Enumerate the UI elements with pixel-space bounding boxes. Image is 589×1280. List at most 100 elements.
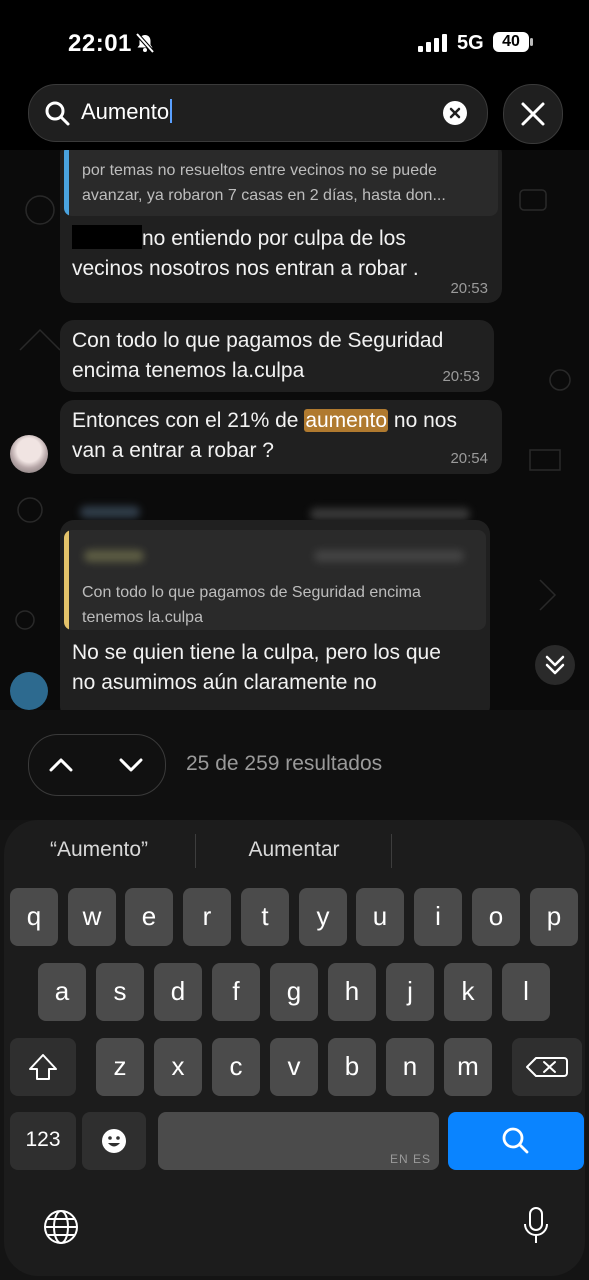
network-type: 5G: [457, 32, 484, 54]
key-m[interactable]: m: [444, 1038, 492, 1096]
battery-level: 40: [502, 33, 520, 50]
message-line: Con todo lo que pagamos de Seguridad: [72, 329, 444, 352]
avatar[interactable]: [10, 435, 48, 473]
chevron-up-icon[interactable]: [47, 751, 75, 779]
space-key[interactable]: EN ES: [158, 1112, 439, 1170]
blurred-sender-name: [80, 506, 140, 518]
key-o[interactable]: o: [472, 888, 520, 946]
key-y[interactable]: y: [299, 888, 347, 946]
result-navigation: [28, 734, 166, 796]
chat-area[interactable]: por temas no resueltos entre vecinos no …: [0, 150, 589, 710]
shift-icon: [29, 1054, 57, 1080]
close-search-button[interactable]: [503, 84, 563, 144]
globe-icon[interactable]: [42, 1208, 80, 1246]
quote-bar: [64, 530, 69, 630]
key-b[interactable]: b: [328, 1038, 376, 1096]
message-bubble[interactable]: por temas no resueltos entre vecinos no …: [60, 150, 502, 303]
signal-bars-icon: [418, 34, 447, 52]
key-c[interactable]: c: [212, 1038, 260, 1096]
shift-key[interactable]: [10, 1038, 76, 1096]
status-bar: 22:01 5G 40: [0, 0, 589, 80]
quote-line: tenemos la.culpa: [82, 609, 203, 626]
search-key[interactable]: [448, 1112, 584, 1170]
backspace-icon: [526, 1057, 568, 1077]
key-p[interactable]: p: [530, 888, 578, 946]
numbers-key[interactable]: 123: [10, 1112, 76, 1170]
key-g[interactable]: g: [270, 963, 318, 1021]
status-time: 22:01: [68, 30, 132, 57]
message-line: encima tenemos la.culpa: [72, 359, 305, 382]
key-i[interactable]: i: [414, 888, 462, 946]
quote-line: por temas no resueltos entre vecinos no …: [82, 162, 437, 179]
key-x[interactable]: x: [154, 1038, 202, 1096]
message-line: no entiendo por culpa de los: [142, 227, 406, 250]
suggestion-divider: [195, 834, 196, 868]
key-r[interactable]: r: [183, 888, 231, 946]
double-chevron-down-icon: [545, 655, 565, 675]
key-k[interactable]: k: [444, 963, 492, 1021]
key-t[interactable]: t: [241, 888, 289, 946]
scroll-down-button[interactable]: [535, 645, 575, 685]
text-caret: [170, 99, 173, 123]
results-count: 25 de 259 resultados: [186, 752, 383, 775]
blurred-quote-phone: [314, 550, 464, 562]
emoji-icon: [102, 1129, 126, 1153]
message-line: no asumimos aún claramente no: [72, 671, 377, 694]
key-h[interactable]: h: [328, 963, 376, 1021]
quote-line: avanzar, ya robaron 7 casas en 2 días, h…: [82, 187, 446, 204]
battery-indicator: 40: [493, 32, 533, 54]
quote-line: Con todo lo que pagamos de Seguridad enc…: [82, 584, 421, 601]
suggestion-item[interactable]: Aumentar: [209, 838, 379, 864]
close-icon: [521, 102, 545, 126]
key-z[interactable]: z: [96, 1038, 144, 1096]
key-q[interactable]: q: [10, 888, 58, 946]
key-j[interactable]: j: [386, 963, 434, 1021]
search-highlight: aumento: [304, 409, 389, 432]
bell-slash-icon: [135, 32, 155, 54]
blurred-quote-sender: [84, 550, 144, 562]
quote-bar: [64, 150, 69, 216]
search-input[interactable]: Aumento: [81, 99, 173, 125]
microphone-icon[interactable]: [522, 1206, 550, 1246]
message-bubble[interactable]: Con todo lo que pagamos de Seguridad enc…: [60, 320, 494, 392]
key-u[interactable]: u: [356, 888, 404, 946]
message-bubble[interactable]: Con todo lo que pagamos de Seguridad enc…: [60, 520, 490, 710]
key-f[interactable]: f: [212, 963, 260, 1021]
space-language-label: EN ES: [389, 1152, 431, 1166]
key-l[interactable]: l: [502, 963, 550, 1021]
avatar[interactable]: [10, 672, 48, 710]
quoted-message[interactable]: por temas no resueltos entre vecinos no …: [64, 150, 498, 216]
message-line: van a entrar a robar ?: [72, 439, 274, 462]
delete-key[interactable]: [512, 1038, 582, 1096]
key-n[interactable]: n: [386, 1038, 434, 1096]
message-line: vecinos nosotros nos entran a robar .: [72, 257, 419, 280]
search-field[interactable]: Aumento: [28, 84, 488, 142]
key-v[interactable]: v: [270, 1038, 318, 1096]
message-bubble-search-match[interactable]: Entonces con el 21% de aumento no nos va…: [60, 400, 502, 474]
keyboard: “Aumento” Aumentar q w e r t y u i o p a…: [0, 820, 589, 1280]
search-query-text: Aumento: [81, 99, 170, 124]
quoted-message[interactable]: Con todo lo que pagamos de Seguridad enc…: [64, 530, 486, 630]
redacted-name: [72, 225, 142, 249]
chevron-down-icon[interactable]: [117, 751, 145, 779]
blurred-sender-phone: [310, 508, 470, 520]
keyboard-panel: “Aumento” Aumentar q w e r t y u i o p a…: [4, 820, 585, 1276]
message-text: no entiendo por culpa de los: [72, 224, 406, 254]
message-text: Entonces con el 21% de aumento no nos: [72, 406, 457, 436]
key-w[interactable]: w: [68, 888, 116, 946]
key-a[interactable]: a: [38, 963, 86, 1021]
magnifier-icon: [45, 101, 70, 126]
message-line: no nos: [388, 409, 457, 432]
message-line: Entonces con el 21% de: [72, 409, 305, 432]
key-s[interactable]: s: [96, 963, 144, 1021]
message-time: 20:54: [450, 450, 488, 467]
message-line: No se quien tiene la culpa, pero los que: [72, 641, 441, 664]
key-d[interactable]: d: [154, 963, 202, 1021]
suggestion-divider: [391, 834, 392, 868]
key-e[interactable]: e: [125, 888, 173, 946]
emoji-key[interactable]: [82, 1112, 146, 1170]
message-time: 20:53: [442, 368, 480, 385]
suggestion-item[interactable]: “Aumento”: [14, 838, 184, 864]
clear-icon[interactable]: [443, 101, 467, 125]
search-icon: [502, 1127, 529, 1154]
